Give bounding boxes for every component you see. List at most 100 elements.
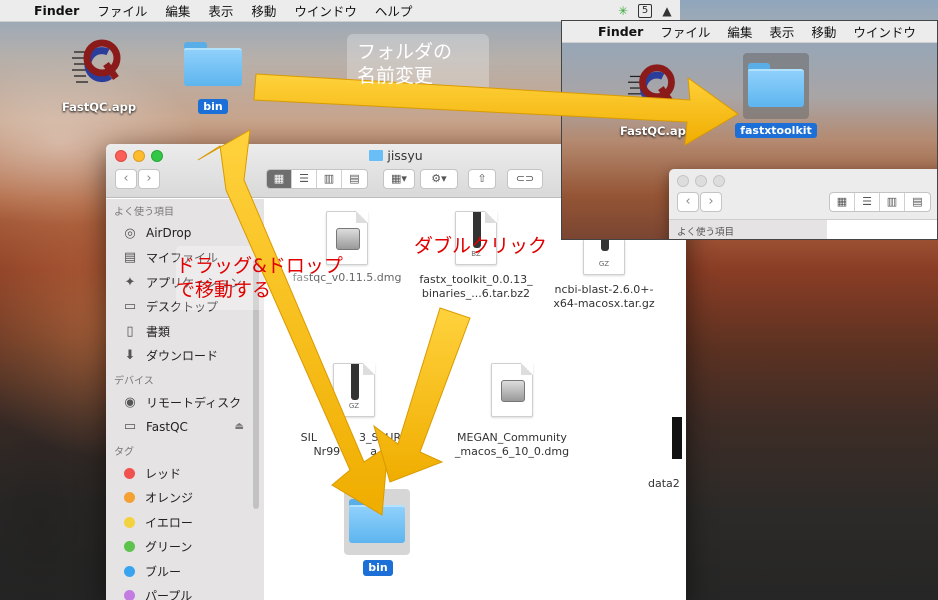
file-silva-gz[interactable]: GZ SIL 3_SSURe Nr99 a.fa.	[294, 363, 414, 459]
tag-label: レッド	[145, 466, 182, 481]
menu-view[interactable]: 表示	[208, 1, 233, 20]
file-label: 3_SSURe	[358, 431, 408, 444]
terminal-icon	[672, 417, 682, 459]
sidebar-item-label: ダウンロード	[146, 349, 219, 364]
inset-back-button: ‹	[677, 192, 699, 212]
file-label: a.fa.	[370, 445, 395, 458]
rename-annotation-line1: フォルダの	[357, 41, 453, 63]
file-data2[interactable]: data2	[642, 417, 686, 491]
menu-window[interactable]: ウインドウ	[294, 1, 357, 20]
inset-menu-item: 移動	[811, 25, 837, 40]
inset-menu-item: ウインドウ	[853, 25, 916, 40]
menu-bar: Finder ファイル 編集 表示 移動 ウインドウ ヘルプ ✳ 5 ▲	[0, 0, 680, 22]
tag-label: オレンジ	[145, 491, 194, 506]
coverflow-view-button[interactable]: ▤	[342, 170, 367, 188]
tag-label: グリーン	[145, 540, 193, 555]
sidebar-item-fastqc-volume[interactable]: ▭ FastQC ⏏	[106, 415, 264, 440]
tag-button[interactable]: ⊂⊃	[507, 169, 543, 189]
file-label: x64-macosx.tar.gz	[553, 297, 655, 310]
sidebar-tag-orange[interactable]: オレンジ	[106, 486, 264, 511]
file-label: _macos_6_10_0.dmg	[454, 445, 570, 458]
five-icon[interactable]: 5	[638, 3, 652, 18]
tag-label: パープル	[145, 589, 193, 600]
sidebar-item-documents[interactable]: ▯ 書類	[106, 319, 264, 344]
window-title-text: jissyu	[387, 148, 423, 163]
sidebar-item-label: AirDrop	[146, 226, 192, 241]
action-gear-button[interactable]: ⚙▾	[420, 169, 458, 189]
sidebar-tag-green[interactable]: グリーン	[106, 535, 264, 560]
bin-folder-label-in-window[interactable]: bin	[363, 560, 393, 576]
status-area: ✳ 5 ▲	[616, 3, 680, 18]
sidebar-item-label: リモートディスク	[146, 395, 242, 410]
file-megan-dmg[interactable]: MEGAN_Community _macos_6_10_0.dmg	[452, 363, 572, 459]
sidebar-item-label: FastQC	[146, 419, 188, 434]
file-label: SIL	[300, 431, 317, 444]
bin-folder-label[interactable]: bin	[198, 99, 228, 114]
sidebar-tag-red[interactable]: レッド	[106, 461, 264, 486]
archive-icon: GZ	[333, 363, 375, 417]
tag-color-dot	[124, 565, 135, 577]
view-mode-group: ▦ ☰ ▥ ▤	[266, 169, 368, 189]
tag-color-dot	[124, 516, 135, 528]
eject-icon[interactable]: ⏏	[235, 421, 244, 432]
inset-sidebar: よく使う項目	[669, 219, 827, 239]
all-files-icon: ▤	[123, 250, 137, 266]
applications-icon: ✦	[124, 274, 136, 290]
fastqc-app-label[interactable]: FastQC.app	[54, 100, 144, 114]
airplay-icon[interactable]: ▲	[660, 4, 674, 18]
doubleclick-annotation: ダブルクリック	[414, 235, 548, 257]
tags-header: タグ	[114, 447, 134, 458]
rename-annotation-line2: 名前変更	[357, 65, 434, 87]
rename-annotation: フォルダの 名前変更	[357, 40, 452, 88]
inset-menu-item: Finder	[598, 24, 644, 39]
tag-color-dot	[124, 590, 135, 600]
sidebar-tag-blue[interactable]: ブルー	[106, 559, 264, 584]
tag-label: イエロー	[145, 515, 193, 530]
inset-menu-item: ファイル	[660, 25, 711, 40]
archive-icon: GZ	[583, 239, 625, 275]
inset-folder-label-wrap: fastxtoolkit	[728, 123, 824, 138]
back-button[interactable]: ‹	[115, 169, 137, 189]
menu-help[interactable]: ヘルプ	[375, 1, 413, 20]
bin-folder-icon[interactable]	[184, 42, 242, 86]
bin-folder-label-wrap: bin	[184, 99, 242, 114]
file-bin-folder[interactable]: bin	[344, 489, 412, 576]
sidebar-item-airdrop[interactable]: ◎ AirDrop	[106, 221, 264, 246]
devices-header: デバイス	[114, 376, 154, 387]
fastqc-app-icon[interactable]	[72, 34, 132, 96]
inset-forward-button: ›	[700, 192, 722, 212]
sidebar-item-remote-disc[interactable]: ◉ リモートディスク	[106, 390, 264, 415]
airdrop-icon: ◎	[124, 225, 136, 241]
fastqc-app-icon	[628, 64, 675, 107]
inset-folder-highlight	[743, 53, 809, 119]
list-view-button[interactable]: ☰	[292, 170, 317, 188]
inset-folder-label: fastxtoolkit	[735, 123, 817, 138]
icon-view-button[interactable]: ▦	[267, 170, 292, 188]
file-label: data2	[648, 477, 680, 490]
sidebar-tag-yellow[interactable]: イエロー	[106, 510, 264, 535]
share-button[interactable]: ⇧	[468, 169, 496, 189]
antivirus-icon[interactable]: ✳	[616, 4, 630, 18]
disc-icon: ◉	[124, 394, 136, 410]
download-icon: ⬇	[124, 348, 136, 364]
forward-button[interactable]: ›	[138, 169, 160, 189]
file-label: MEGAN_Community	[457, 431, 567, 444]
desktop-icon: ▭	[123, 299, 137, 315]
menu-edit[interactable]: 編集	[165, 1, 190, 20]
sidebar-item-downloads[interactable]: ⬇ ダウンロード	[106, 344, 264, 369]
list-view-button: ☰	[855, 193, 880, 211]
menu-file[interactable]: ファイル	[97, 1, 147, 20]
inset-close-button	[677, 175, 689, 187]
column-view-button: ▥	[880, 193, 905, 211]
archive-ext: GZ	[598, 260, 610, 268]
tag-color-dot	[124, 492, 135, 504]
file-label: Nr99	[313, 445, 341, 458]
drag-annotation: ドラッグ&ドロップ で移動する	[176, 254, 343, 302]
menu-finder[interactable]: Finder	[34, 3, 79, 18]
arrange-button[interactable]: ▦▾	[383, 169, 415, 189]
folder-icon	[748, 63, 804, 107]
menu-go[interactable]: 移動	[251, 1, 276, 20]
file-ncbi-blast-gz[interactable]: GZ ncbi-blast-2.6.0+- x64-macosx.tar.gz	[550, 239, 658, 311]
column-view-button[interactable]: ▥	[317, 170, 342, 188]
sidebar-tag-purple[interactable]: パープル	[106, 584, 264, 600]
